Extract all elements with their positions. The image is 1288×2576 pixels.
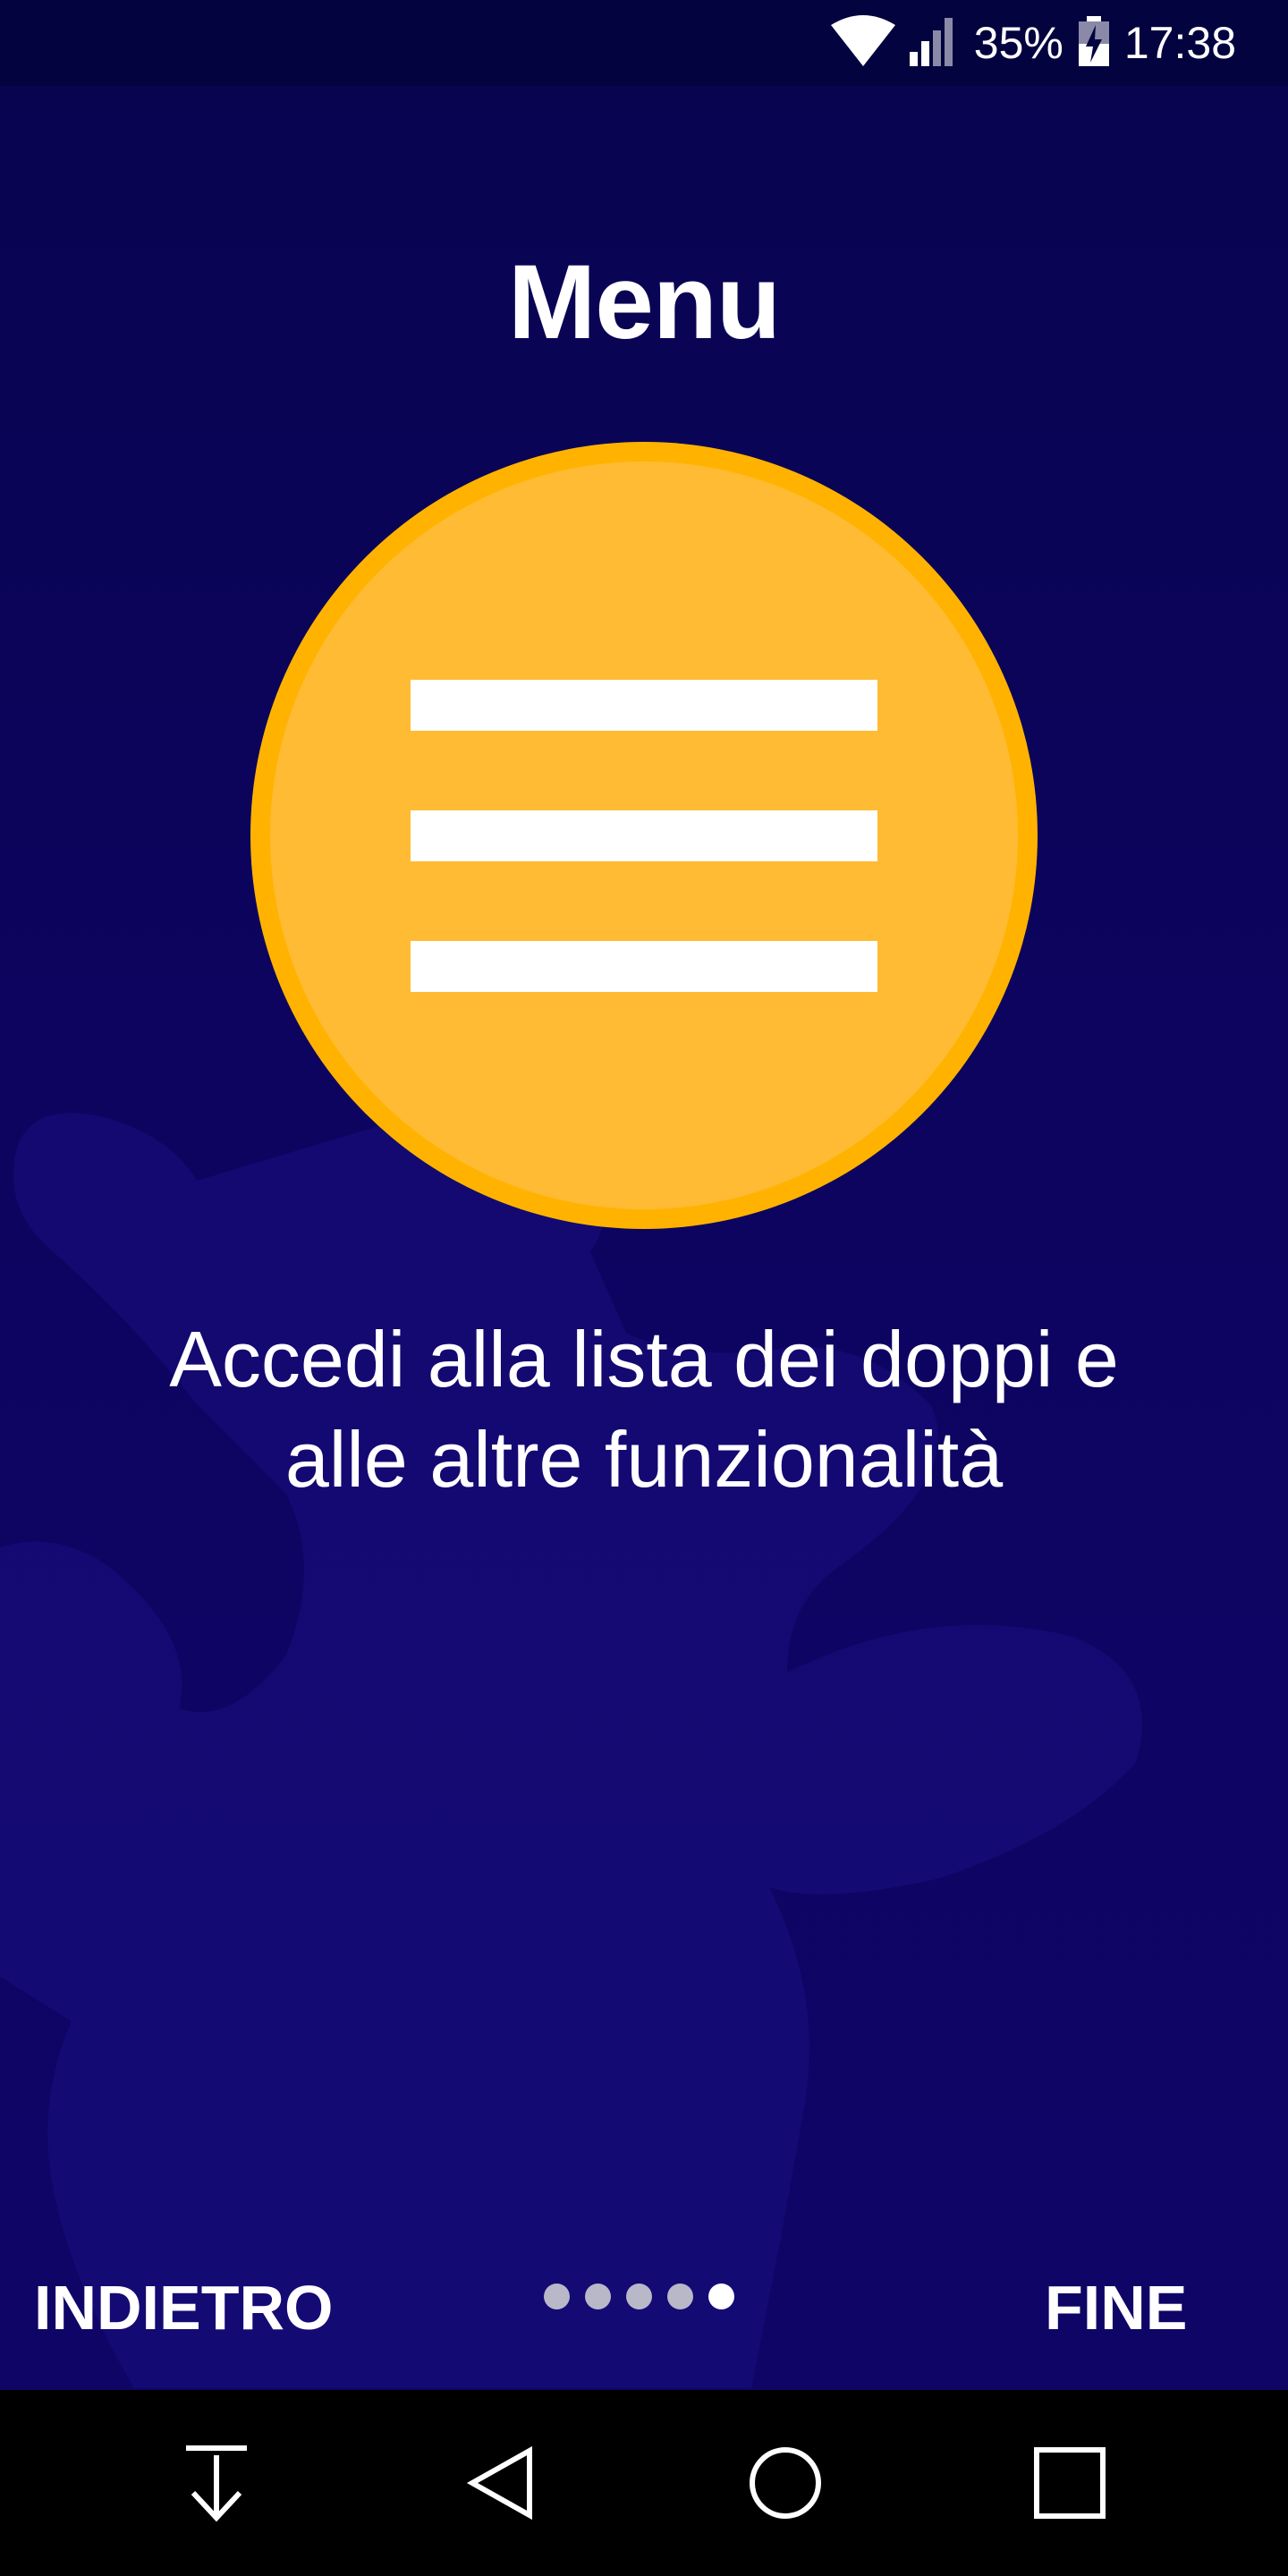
description-line-1: Accedi alla lista dei doppi e: [169, 1315, 1119, 1403]
home-circle-icon[interactable]: [728, 2426, 843, 2540]
page-title: Menu: [507, 243, 781, 361]
description-line-2: alle altre funzionalità: [284, 1415, 1004, 1504]
battery-charging-icon: [1076, 14, 1112, 72]
battery-percent: 35%: [973, 18, 1063, 68]
menu-bar-bottom: [411, 941, 877, 992]
page-dot-2[interactable]: [585, 2284, 611, 2309]
back-button[interactable]: INDIETRO: [34, 2263, 333, 2352]
page-description: Accedi alla lista dei doppi e alle altre…: [72, 1309, 1216, 1510]
menu-bar-middle: [411, 810, 877, 861]
status-bar: 35% 17:38: [0, 0, 1288, 86]
signal-icon: [908, 14, 962, 72]
done-button[interactable]: FINE: [1045, 2263, 1187, 2352]
recents-square-icon[interactable]: [1013, 2426, 1127, 2540]
onboarding-screen: 35% 17:38 Menu Accedi alla lista dei dop…: [0, 0, 1288, 2576]
page-dot-1[interactable]: [544, 2284, 570, 2309]
page-indicator: [544, 2284, 734, 2309]
background-silhouette: [0, 1113, 1142, 2388]
download-icon[interactable]: [159, 2426, 274, 2540]
clock: 17:38: [1123, 18, 1236, 68]
page-dot-5-active[interactable]: [708, 2284, 734, 2309]
back-triangle-icon[interactable]: [444, 2426, 558, 2540]
page-dot-3[interactable]: [626, 2284, 652, 2309]
page-dot-4[interactable]: [667, 2284, 693, 2309]
status-bar-right: 35% 17:38: [830, 0, 1236, 86]
wifi-icon: [830, 14, 895, 72]
navigation-bar: [0, 2390, 1288, 2576]
menu-bar-top: [411, 680, 877, 731]
